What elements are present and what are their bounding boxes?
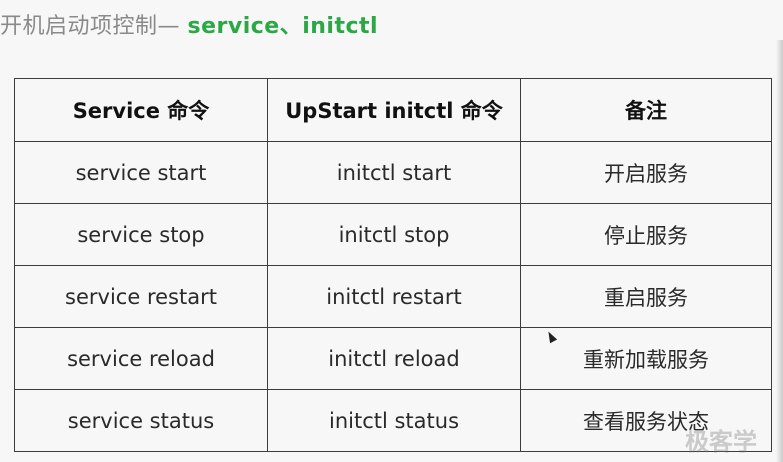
service-command-cell: service start <box>14 141 268 204</box>
table-row: service start initctl start 开启服务 <box>14 141 772 204</box>
header-service-command: Service 命令 <box>14 78 268 142</box>
table-row: service stop initctl stop 停止服务 <box>14 203 772 266</box>
initctl-command-cell: initctl restart <box>267 265 521 328</box>
remark-cell: 重启服务 <box>520 265 772 328</box>
service-command-cell: service restart <box>14 265 268 328</box>
table-row: service status initctl status 查看服务状态 <box>14 389 772 452</box>
initctl-command-cell: initctl reload <box>267 327 521 390</box>
header-remark: 备注 <box>520 78 772 142</box>
table-row: service restart initctl restart 重启服务 <box>14 265 772 328</box>
watermark-text: 极客学 <box>685 428 757 456</box>
title-highlight: service、initctl <box>187 14 379 39</box>
command-table: Service 命令 UpStart initctl 命令 备注 service… <box>14 78 772 452</box>
watermark-logo: 极客学 <box>685 428 757 456</box>
edge-shadow <box>776 40 783 462</box>
service-command-cell: service reload <box>14 327 268 390</box>
remark-cell: 开启服务 <box>520 141 772 204</box>
page-title: 开机启动项控制— service、initctl <box>0 8 378 40</box>
service-command-cell: service status <box>14 389 268 452</box>
table-header-row: Service 命令 UpStart initctl 命令 备注 <box>14 78 772 142</box>
title-prefix: 开机启动项控制— <box>0 14 188 39</box>
service-command-cell: service stop <box>14 203 268 266</box>
initctl-command-cell: initctl stop <box>267 203 521 266</box>
table-row: service reload initctl reload 重新加载服务 <box>14 327 772 390</box>
initctl-command-cell: initctl start <box>267 141 521 204</box>
remark-cell: 重新加载服务 <box>520 327 772 390</box>
remark-cell: 停止服务 <box>520 203 772 266</box>
initctl-command-cell: initctl status <box>267 389 521 452</box>
header-initctl-command: UpStart initctl 命令 <box>267 78 521 142</box>
